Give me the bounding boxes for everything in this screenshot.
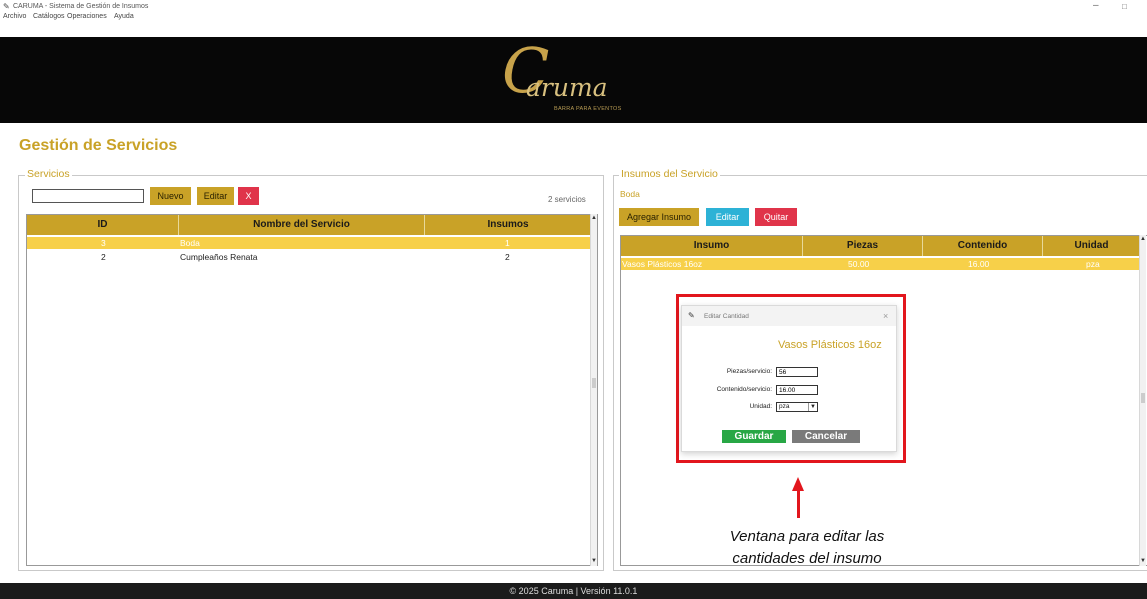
unidad-selected-value: pza xyxy=(779,403,790,410)
eliminar-servicio-button[interactable]: X xyxy=(238,187,259,205)
annotation-caption: Ventana para editar las cantidades del i… xyxy=(694,526,920,570)
selected-service-name: Boda xyxy=(620,189,640,199)
table-row[interactable]: Vasos Plásticos 16oz 50.00 16.00 pza xyxy=(621,258,1140,270)
page-title: Gestión de Servicios xyxy=(19,137,178,154)
row-nombre: Cumpleaños Renata xyxy=(180,252,258,262)
minimize-icon[interactable]: – xyxy=(1093,0,1099,11)
piezas-input[interactable] xyxy=(776,367,818,377)
scroll-thumb[interactable] xyxy=(592,378,596,388)
row-insumos: 1 xyxy=(505,238,510,248)
servicios-table: ID Nombre del Servicio Insumos 3 Boda 1 … xyxy=(26,214,598,566)
column-header-unidad[interactable]: Unidad xyxy=(1043,236,1140,256)
row-id: 3 xyxy=(101,238,106,248)
scroll-thumb[interactable] xyxy=(1141,393,1145,403)
servicios-table-header: ID Nombre del Servicio Insumos xyxy=(27,215,591,235)
annotation-line-2: cantidades del insumo xyxy=(732,550,882,567)
column-header-id[interactable]: ID xyxy=(27,215,179,235)
logo-wordmark: aruma xyxy=(526,73,608,102)
servicios-legend: Servicios xyxy=(25,168,72,180)
column-header-insumo[interactable]: Insumo xyxy=(621,236,803,256)
scroll-up-icon[interactable]: ▲ xyxy=(1140,235,1146,243)
app-feather-icon: ✎ xyxy=(3,2,10,11)
guardar-button[interactable]: Guardar xyxy=(722,430,786,443)
insumos-table-header: Insumo Piezas Contenido Unidad xyxy=(621,236,1140,256)
row-contenido: 16.00 xyxy=(968,259,990,269)
menu-catalogos[interactable]: Catálogos xyxy=(33,13,65,20)
contenido-label: Contenido/servicio: xyxy=(716,386,772,393)
servicios-count: 2 servicios xyxy=(548,195,586,204)
servicios-scrollbar[interactable]: ▲ ▼ xyxy=(590,214,597,566)
contenido-input[interactable] xyxy=(776,385,818,395)
column-header-contenido[interactable]: Contenido xyxy=(923,236,1043,256)
nuevo-servicio-button[interactable]: Nuevo xyxy=(150,187,191,205)
window-titlebar: ✎ CARUMA - Sistema de Gestión de Insumos… xyxy=(0,0,1147,14)
row-piezas: 50.00 xyxy=(848,259,870,269)
unidad-label: Unidad: xyxy=(749,403,772,410)
scroll-down-icon[interactable]: ▼ xyxy=(591,557,597,565)
row-id: 2 xyxy=(101,252,106,262)
piezas-label: Piezas/servicio: xyxy=(726,368,772,375)
scroll-down-icon[interactable]: ▼ xyxy=(1140,557,1146,565)
dialog-title: Editar Cantidad xyxy=(704,313,749,320)
app-feather-icon: ✎ xyxy=(688,311,695,320)
column-header-piezas[interactable]: Piezas xyxy=(803,236,923,256)
menu-ayuda[interactable]: Ayuda xyxy=(114,13,134,20)
row-insumos: 2 xyxy=(505,252,510,262)
window-title: CARUMA - Sistema de Gestión de Insumos xyxy=(13,3,149,10)
column-header-nombre[interactable]: Nombre del Servicio xyxy=(179,215,425,235)
menu-operaciones[interactable]: Operaciones xyxy=(67,13,107,20)
close-icon[interactable]: × xyxy=(883,311,888,321)
quitar-insumo-button[interactable]: Quitar xyxy=(755,208,797,226)
scroll-up-icon[interactable]: ▲ xyxy=(591,214,597,222)
dialog-item-name: Vasos Plásticos 16oz xyxy=(778,339,882,351)
restore-icon[interactable]: □ xyxy=(1122,2,1127,11)
editar-servicio-button[interactable]: Editar xyxy=(197,187,234,205)
table-row[interactable]: 3 Boda 1 xyxy=(27,237,591,249)
insumos-legend: Insumos del Servicio xyxy=(619,168,720,180)
table-row[interactable]: 2 Cumpleaños Renata 2 xyxy=(27,251,591,263)
annotation-line-1: Ventana para editar las xyxy=(729,528,885,545)
row-unidad: pza xyxy=(1086,259,1100,269)
logo-tagline: BARRA PARA EVENTOS xyxy=(554,106,622,112)
unidad-select[interactable]: pza ▼ xyxy=(776,402,818,412)
servicios-search-input[interactable] xyxy=(32,189,144,203)
footer: © 2025 Caruma | Versión 11.0.1 xyxy=(0,583,1147,599)
dialog-titlebar: ✎ Editar Cantidad × xyxy=(682,306,896,326)
chevron-down-icon[interactable]: ▼ xyxy=(808,403,817,411)
editar-insumo-button[interactable]: Editar xyxy=(706,208,749,226)
row-nombre: Boda xyxy=(180,238,200,248)
menu-archivo[interactable]: Archivo xyxy=(3,13,26,20)
agregar-insumo-button[interactable]: Agregar Insumo xyxy=(619,208,699,226)
column-header-insumos[interactable]: Insumos xyxy=(425,215,591,235)
row-insumo: Vasos Plásticos 16oz xyxy=(622,259,703,269)
arrow-shaft xyxy=(797,489,800,518)
editar-cantidad-dialog: ✎ Editar Cantidad × Vasos Plásticos 16oz… xyxy=(681,305,897,452)
cancelar-button[interactable]: Cancelar xyxy=(792,430,860,443)
insumos-scrollbar[interactable]: ▲ ▼ xyxy=(1139,235,1146,566)
